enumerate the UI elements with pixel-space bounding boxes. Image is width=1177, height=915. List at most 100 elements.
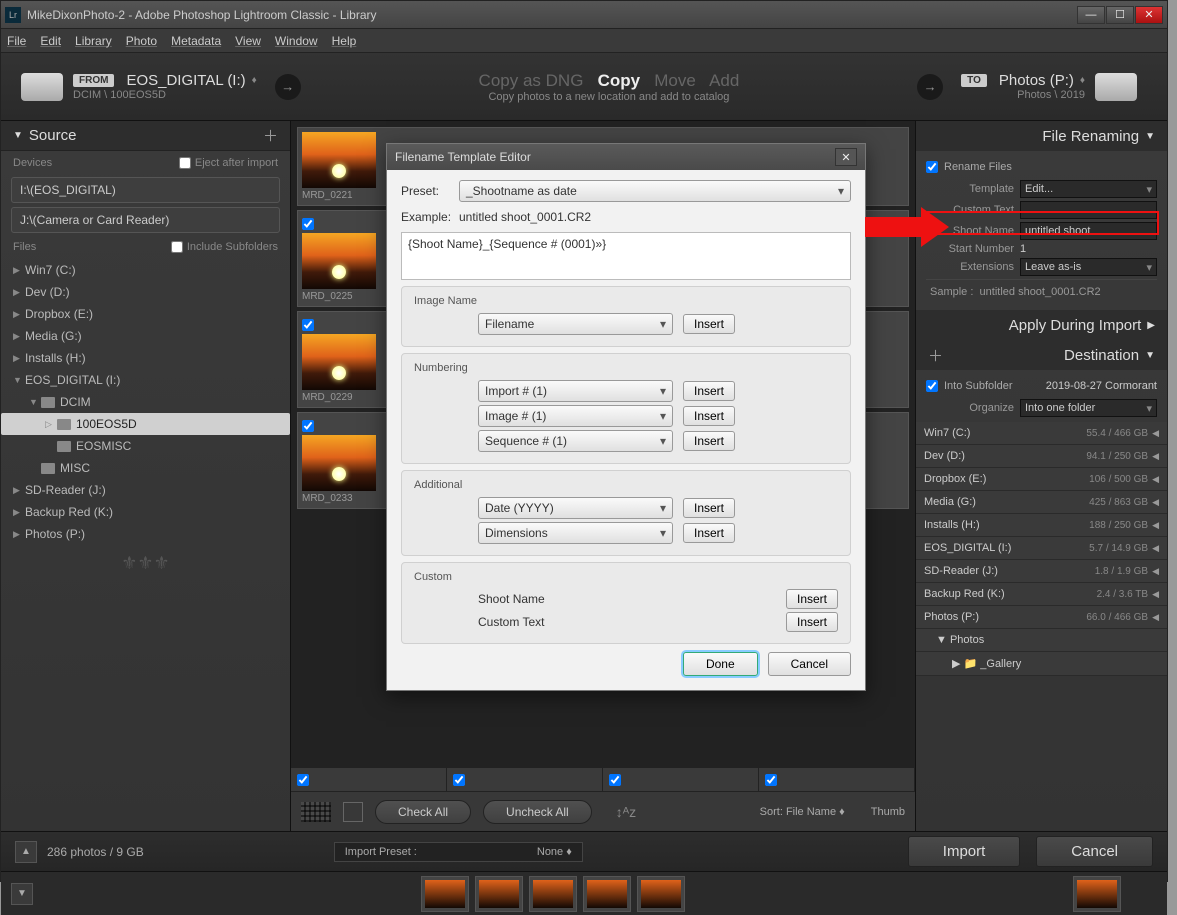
expand-left-icon[interactable]: ▲ — [15, 841, 37, 863]
check-all-button[interactable]: Check All — [375, 800, 471, 824]
destination-header[interactable]: ＋ Destination ▼ — [916, 340, 1167, 370]
destination-folder[interactable]: ▼ Photos — [916, 629, 1167, 652]
insert-button[interactable]: Insert — [683, 406, 735, 426]
date-dropdown[interactable]: Date (YYYY) — [478, 497, 673, 519]
folder-misc[interactable]: MISC — [1, 457, 290, 479]
maximize-button[interactable]: ☐ — [1106, 6, 1134, 24]
import-num-dropdown[interactable]: Import # (1) — [478, 380, 673, 402]
preset-dropdown[interactable]: _Shootname as date — [459, 180, 851, 202]
eject-checkbox[interactable] — [179, 157, 191, 169]
single-view-icon[interactable] — [343, 802, 363, 822]
drive-dropbox[interactable]: ▶Dropbox (E:) — [1, 303, 290, 325]
grid-view-icon[interactable] — [301, 802, 331, 822]
to-dropdown-icon[interactable]: ♦ — [1080, 75, 1085, 86]
done-button[interactable]: Done — [683, 652, 758, 676]
rename-files-checkbox[interactable] — [926, 161, 938, 173]
mode-copy-dng[interactable]: Copy as DNG — [479, 71, 584, 90]
mode-copy[interactable]: Copy — [598, 71, 641, 90]
from-dropdown-icon[interactable]: ♦ — [252, 75, 257, 86]
source-panel-header[interactable]: ▼ Source ＋ — [1, 121, 290, 151]
menu-help[interactable]: Help — [332, 34, 357, 48]
destination-drive[interactable]: Dev (D:)94.1 / 250 GB◀ — [916, 445, 1167, 468]
menu-photo[interactable]: Photo — [126, 34, 157, 48]
destination-drive[interactable]: Photos (P:)66.0 / 466 GB◀ — [916, 606, 1167, 629]
segment-checkbox[interactable] — [453, 774, 465, 786]
to-drive[interactable]: Photos (P:) — [999, 72, 1074, 89]
insert-button[interactable]: Insert — [683, 314, 735, 334]
menu-view[interactable]: View — [235, 34, 261, 48]
segment-checkbox[interactable] — [609, 774, 621, 786]
file-renaming-header[interactable]: File Renaming ▼ — [916, 121, 1167, 151]
image-num-dropdown[interactable]: Image # (1) — [478, 405, 673, 427]
insert-button[interactable]: Insert — [683, 523, 735, 543]
subfolder-value[interactable]: 2019-08-27 Cormorant — [1046, 380, 1157, 392]
drive-backup-red[interactable]: ▶Backup Red (K:) — [1, 501, 290, 523]
folder-eosmisc[interactable]: EOSMISC — [1, 435, 290, 457]
insert-button[interactable]: Insert — [683, 381, 735, 401]
drive-sdreader[interactable]: ▶SD-Reader (J:) — [1, 479, 290, 501]
include-subfolders-checkbox[interactable] — [171, 241, 183, 253]
extensions-dropdown[interactable]: Leave as-is — [1020, 258, 1157, 276]
organize-dropdown[interactable]: Into one folder — [1020, 399, 1157, 417]
insert-button[interactable]: Insert — [786, 612, 838, 632]
menu-edit[interactable]: Edit — [40, 34, 61, 48]
sort-order-icon[interactable]: ↕ᴬᴢ — [616, 804, 636, 820]
folder-100eos5d[interactable]: ▷100EOS5D — [1, 413, 290, 435]
menu-library[interactable]: Library — [75, 34, 112, 48]
shoot-name-field[interactable]: untitled shoot — [1020, 222, 1157, 240]
add-destination-icon[interactable]: ＋ — [928, 345, 943, 366]
drive-win7[interactable]: ▶Win7 (C:) — [1, 259, 290, 281]
insert-button[interactable]: Insert — [683, 498, 735, 518]
folder-dcim[interactable]: ▼DCIM — [1, 391, 290, 413]
dialog-cancel-button[interactable]: Cancel — [768, 652, 851, 676]
filmstrip-thumb[interactable] — [529, 876, 577, 912]
destination-drive[interactable]: Backup Red (K:)2.4 / 3.6 TB◀ — [916, 583, 1167, 606]
dimensions-dropdown[interactable]: Dimensions — [478, 522, 673, 544]
filmstrip-thumb[interactable] — [583, 876, 631, 912]
destination-drive[interactable]: Media (G:)425 / 863 GB◀ — [916, 491, 1167, 514]
close-button[interactable]: ✕ — [1135, 6, 1163, 24]
filmstrip-thumb[interactable] — [421, 876, 469, 912]
sort-dropdown[interactable]: File Name — [786, 806, 836, 818]
filmstrip-thumb[interactable] — [1073, 876, 1121, 912]
insert-button[interactable]: Insert — [786, 589, 838, 609]
segment-checkbox[interactable] — [297, 774, 309, 786]
into-subfolder-checkbox[interactable] — [926, 380, 938, 392]
thumb-checkbox[interactable] — [302, 319, 314, 331]
menu-file[interactable]: File — [7, 34, 26, 48]
drive-media[interactable]: ▶Media (G:) — [1, 325, 290, 347]
start-number-field[interactable]: 1 — [1020, 243, 1026, 255]
mode-add[interactable]: Add — [709, 71, 739, 90]
pattern-textarea[interactable]: {Shoot Name}_{Sequence # (0001)»} — [401, 232, 851, 280]
segment-checkbox[interactable] — [765, 774, 777, 786]
drive-eos-digital[interactable]: ▼EOS_DIGITAL (I:) — [1, 369, 290, 391]
destination-drive[interactable]: EOS_DIGITAL (I:)5.7 / 14.9 GB◀ — [916, 537, 1167, 560]
template-dropdown[interactable]: Edit... — [1020, 180, 1157, 198]
menu-metadata[interactable]: Metadata — [171, 34, 221, 48]
dialog-close-button[interactable]: ✕ — [835, 148, 857, 166]
thumb-checkbox[interactable] — [302, 420, 314, 432]
destination-drive[interactable]: Installs (H:)188 / 250 GB◀ — [916, 514, 1167, 537]
filmstrip-thumb[interactable] — [637, 876, 685, 912]
destination-drive[interactable]: SD-Reader (J:)1.8 / 1.9 GB◀ — [916, 560, 1167, 583]
cancel-button[interactable]: Cancel — [1036, 836, 1153, 867]
mode-move[interactable]: Move — [654, 71, 696, 90]
import-button[interactable]: Import — [908, 836, 1021, 867]
filename-dropdown[interactable]: Filename — [478, 313, 673, 335]
uncheck-all-button[interactable]: Uncheck All — [483, 800, 592, 824]
filmstrip-collapse-icon[interactable]: ▼ — [11, 883, 33, 905]
apply-during-import-header[interactable]: Apply During Import ▶ — [916, 310, 1167, 340]
device-cardreader[interactable]: J:\(Camera or Card Reader) — [11, 207, 280, 233]
thumb-checkbox[interactable] — [302, 218, 314, 230]
drive-installs[interactable]: ▶Installs (H:) — [1, 347, 290, 369]
drive-photos[interactable]: ▶Photos (P:) — [1, 523, 290, 545]
device-eos[interactable]: I:\(EOS_DIGITAL) — [11, 177, 280, 203]
add-source-icon[interactable]: ＋ — [263, 125, 278, 146]
destination-drive[interactable]: Dropbox (E:)106 / 500 GB◀ — [916, 468, 1167, 491]
minimize-button[interactable]: — — [1077, 6, 1105, 24]
destination-folder[interactable]: ▶ 📁 _Gallery — [916, 652, 1167, 676]
menu-window[interactable]: Window — [275, 34, 318, 48]
from-drive[interactable]: EOS_DIGITAL (I:) — [126, 72, 245, 89]
destination-drive[interactable]: Win7 (C:)55.4 / 466 GB◀ — [916, 422, 1167, 445]
insert-button[interactable]: Insert — [683, 431, 735, 451]
